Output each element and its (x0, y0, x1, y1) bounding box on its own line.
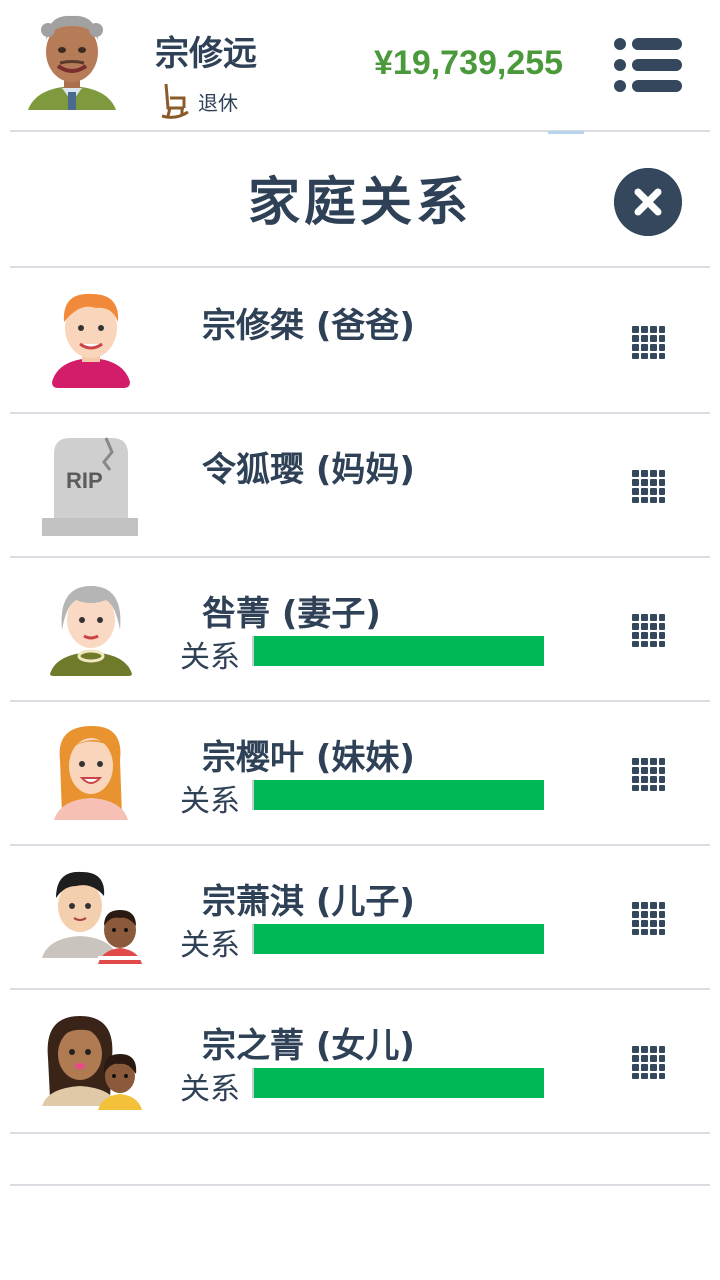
dialog-title: 家庭关系 (247, 173, 472, 233)
close-icon[interactable] (614, 168, 682, 236)
family-member-row[interactable]: 宗萧淇 (儿子) 关系 (10, 844, 710, 990)
member-name: 宗萧淇 (儿子) (202, 882, 415, 922)
rocking-chair-icon (161, 83, 189, 119)
options-grid-icon[interactable] (630, 468, 666, 504)
relation-bar (252, 1068, 544, 1098)
relation-bar (252, 924, 544, 954)
player-status: 退休 (160, 82, 238, 120)
redhead-man-avatar (52, 293, 130, 388)
player-name: 宗修远 (155, 34, 257, 74)
relation-bar (252, 636, 544, 666)
family-member-row[interactable]: 宗修桀 (爸爸) (10, 268, 710, 414)
top-bar: 宗修远 退休 ¥19,739,255 (0, 0, 720, 134)
family-member-row[interactable]: RIP 令狐璎 (妈妈) (10, 412, 710, 558)
member-name: 咎菁 (妻子) (202, 594, 381, 634)
scroll-indicator (548, 131, 584, 134)
member-name: 令狐璎 (妈妈) (202, 450, 415, 490)
menu-list-icon[interactable] (612, 36, 684, 94)
relation-bar-fill (254, 780, 544, 810)
svg-text:RIP: RIP (66, 468, 103, 493)
relation-bar-fill (254, 1068, 544, 1098)
header-divider (10, 130, 710, 132)
man-with-child-avatar (42, 871, 142, 964)
member-name: 宗修桀 (爸爸) (202, 306, 415, 346)
money-balance: ¥19,739,255 (374, 44, 564, 82)
options-grid-icon[interactable] (630, 612, 666, 648)
blonde-woman-avatar (54, 726, 128, 820)
relation-label: 关系 (180, 784, 240, 819)
options-grid-icon[interactable] (630, 756, 666, 792)
family-member-row[interactable]: 宗之菁 (女儿) 关系 (10, 988, 710, 1134)
options-grid-icon[interactable] (630, 900, 666, 936)
list-footer-row (10, 1132, 710, 1186)
member-name: 宗之菁 (女儿) (202, 1026, 415, 1066)
relation-bar-fill (254, 636, 544, 666)
options-grid-icon[interactable] (630, 324, 666, 360)
relation-label: 关系 (180, 928, 240, 963)
elderly-woman-avatar (50, 586, 132, 676)
player-avatar[interactable] (26, 10, 118, 118)
relation-bar-fill (254, 924, 544, 954)
rip-tombstone-icon: RIP (42, 437, 138, 536)
family-member-row[interactable]: 宗樱叶 (妹妹) 关系 (10, 700, 710, 846)
status-label: 退休 (198, 90, 238, 115)
family-member-row[interactable]: 咎菁 (妻子) 关系 (10, 556, 710, 702)
options-grid-icon[interactable] (630, 1044, 666, 1080)
member-name: 宗樱叶 (妹妹) (202, 738, 415, 778)
relation-label: 关系 (180, 640, 240, 675)
relation-bar (252, 780, 544, 810)
relation-label: 关系 (180, 1072, 240, 1107)
woman-with-child-avatar (42, 1016, 142, 1110)
